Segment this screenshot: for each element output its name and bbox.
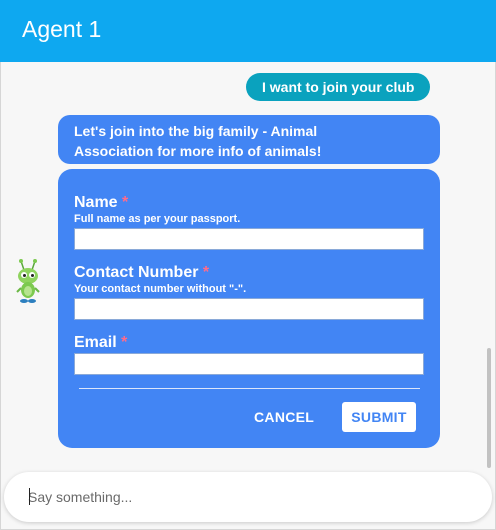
name-field-hint: Full name as per your passport.: [74, 213, 241, 225]
contact-field-label: Contact Number *: [74, 264, 210, 281]
message-list-scrollbar[interactable]: [487, 348, 491, 468]
name-input[interactable]: [74, 228, 424, 250]
required-marker: *: [122, 194, 129, 211]
agent-title: Agent 1: [22, 16, 102, 42]
green-robot-mascot-icon: [12, 258, 44, 308]
name-field-label: Name *: [74, 194, 129, 211]
required-marker: *: [202, 264, 210, 281]
bot-message-line: Let's join into the big family - Animal: [74, 123, 318, 139]
contact-number-input[interactable]: [74, 298, 424, 320]
bot-message-bubble: Let's join into the big family - Animal …: [58, 115, 440, 164]
contact-field-hint: Your contact number without "-".: [74, 283, 247, 295]
bot-message-line: Association for more info of animals!: [74, 143, 322, 159]
email-input[interactable]: [74, 353, 424, 375]
message-input[interactable]: [28, 486, 468, 508]
join-form-card: Name * Full name as per your passport. C…: [58, 169, 440, 448]
text-cursor: [29, 488, 30, 505]
submit-button[interactable]: SUBMIT: [342, 402, 416, 432]
email-field-label: Email *: [74, 334, 128, 351]
cancel-button[interactable]: CANCEL: [254, 407, 314, 427]
user-message-bubble: I want to join your club: [246, 73, 431, 101]
required-marker: *: [121, 334, 128, 351]
message-composer: [4, 472, 492, 522]
chat-header: Agent 1: [0, 0, 496, 62]
form-divider: [79, 388, 420, 389]
